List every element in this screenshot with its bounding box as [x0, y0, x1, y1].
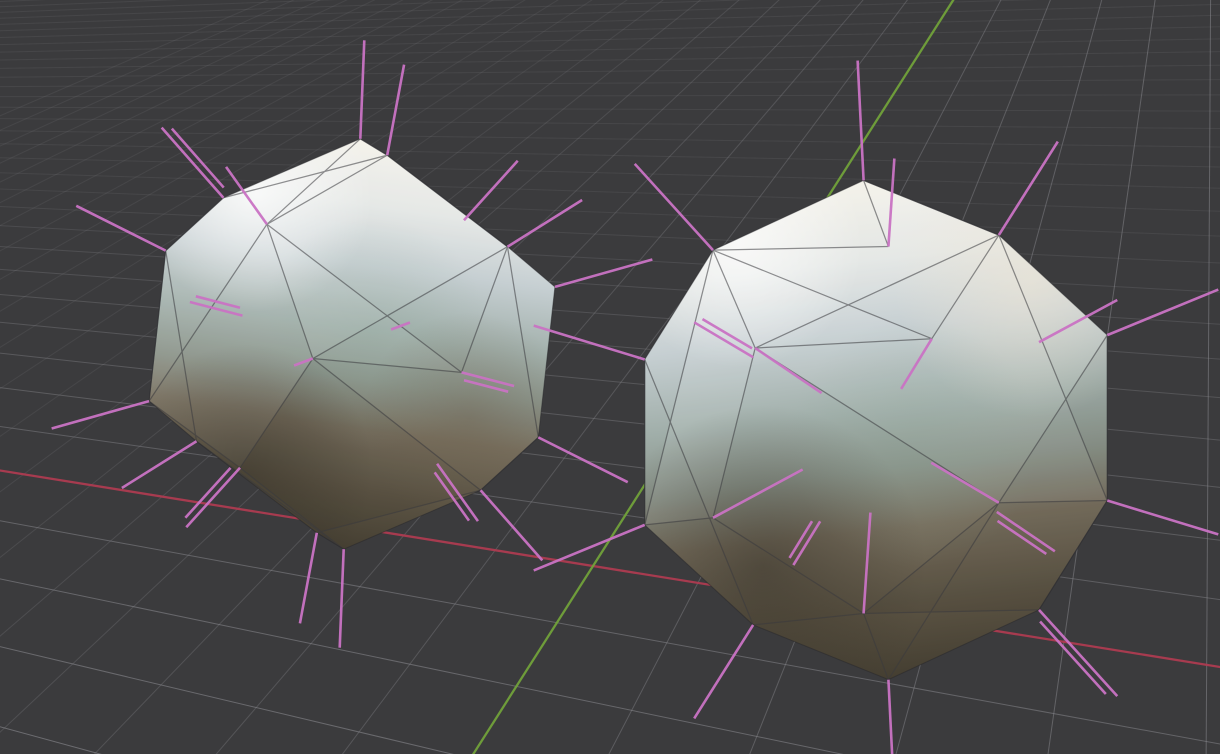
viewport-canvas[interactable]	[0, 0, 1220, 754]
surface-reflection	[789, 318, 1039, 568]
blender-3d-viewport[interactable]	[0, 0, 1220, 754]
